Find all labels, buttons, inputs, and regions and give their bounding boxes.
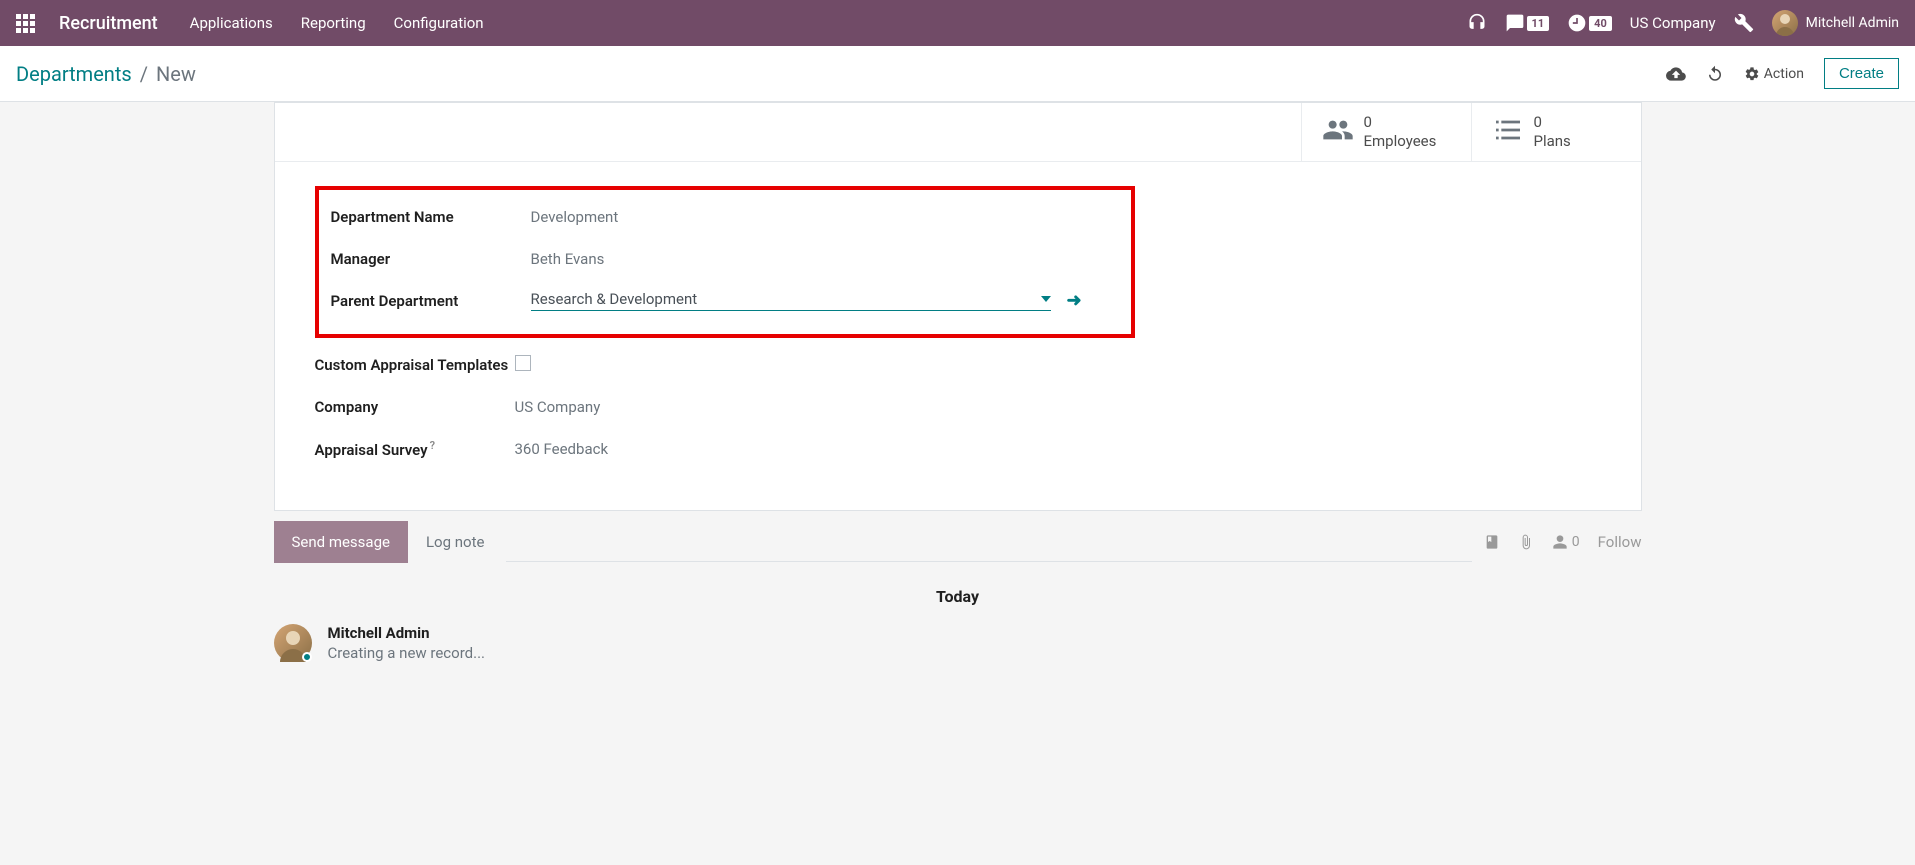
action-button[interactable]: Action xyxy=(1744,66,1804,82)
department-name-label: Department Name xyxy=(331,208,531,226)
user-name: Mitchell Admin xyxy=(1806,15,1899,31)
appraisal-survey-value[interactable]: 360 Feedback xyxy=(515,440,1601,458)
company-switcher[interactable]: US Company xyxy=(1630,14,1716,32)
follow-button[interactable]: Follow xyxy=(1598,533,1642,551)
appraisal-survey-label: Appraisal Survey? xyxy=(315,439,515,459)
activities-icon[interactable]: 40 xyxy=(1567,13,1612,33)
plans-icon xyxy=(1492,114,1524,150)
employees-label: Employees xyxy=(1364,132,1437,151)
employees-icon xyxy=(1322,114,1354,150)
nav-applications[interactable]: Applications xyxy=(190,14,273,32)
follower-count: 0 xyxy=(1572,534,1580,550)
messages-badge: 11 xyxy=(1527,16,1550,31)
nav-configuration[interactable]: Configuration xyxy=(394,14,484,32)
voip-icon[interactable] xyxy=(1467,13,1487,33)
company-label: Company xyxy=(315,398,515,416)
parent-department-value: Research & Development xyxy=(531,290,698,308)
action-label: Action xyxy=(1764,66,1804,82)
control-panel: Departments / New Action Create xyxy=(0,46,1915,102)
plans-count: 0 xyxy=(1534,113,1571,132)
stat-employees-button[interactable]: 0 Employees xyxy=(1301,103,1471,161)
department-name-value[interactable]: Development xyxy=(531,208,1119,226)
breadcrumb-root[interactable]: Departments xyxy=(16,62,132,86)
highlighted-fields-box: Department Name Development Manager Beth… xyxy=(315,186,1135,338)
breadcrumb-separator: / xyxy=(140,62,148,86)
external-link-arrow-icon[interactable]: ➜ xyxy=(1067,290,1082,311)
dropdown-caret-icon[interactable] xyxy=(1041,296,1051,302)
parent-department-label: Parent Department xyxy=(331,292,531,310)
manager-label: Manager xyxy=(331,250,531,268)
chatter: Send message Log note 0 Follow Today xyxy=(258,521,1658,662)
thread-date-divider: Today xyxy=(274,587,1642,606)
employees-count: 0 xyxy=(1364,113,1437,132)
nav-reporting[interactable]: Reporting xyxy=(301,14,366,32)
custom-appraisal-templates-checkbox[interactable] xyxy=(515,355,531,371)
create-button[interactable]: Create xyxy=(1824,58,1899,89)
attachment-icon[interactable] xyxy=(1518,534,1534,550)
top-navbar: Recruitment Applications Reporting Confi… xyxy=(0,0,1915,46)
message-text: Creating a new record... xyxy=(328,644,486,662)
apps-icon[interactable] xyxy=(16,14,35,33)
form-sheet: 0 Employees 0 Plans Department Name Deve… xyxy=(274,102,1642,511)
breadcrumb: Departments / New xyxy=(16,62,196,86)
book-icon[interactable] xyxy=(1484,534,1500,550)
online-status-dot-icon xyxy=(302,652,312,662)
company-value[interactable]: US Company xyxy=(515,398,1601,416)
send-message-tab[interactable]: Send message xyxy=(274,521,408,563)
parent-department-select[interactable]: Research & Development xyxy=(531,290,1051,311)
manager-value[interactable]: Beth Evans xyxy=(531,250,1119,268)
message-author: Mitchell Admin xyxy=(328,624,486,642)
user-menu[interactable]: Mitchell Admin xyxy=(1772,10,1899,36)
messages-icon[interactable]: 11 xyxy=(1505,13,1550,33)
message-item: Mitchell Admin Creating a new record... xyxy=(274,624,1642,662)
stat-plans-button[interactable]: 0 Plans xyxy=(1471,103,1641,161)
discard-icon[interactable] xyxy=(1706,65,1724,83)
breadcrumb-current: New xyxy=(156,62,196,86)
cloud-save-icon[interactable] xyxy=(1666,64,1686,84)
followers-icon[interactable]: 0 xyxy=(1552,534,1580,550)
app-brand[interactable]: Recruitment xyxy=(59,13,158,34)
debug-icon[interactable] xyxy=(1734,13,1754,33)
activities-badge: 40 xyxy=(1589,16,1612,31)
help-icon[interactable]: ? xyxy=(430,439,435,452)
custom-appraisal-templates-label: Custom Appraisal Templates xyxy=(315,356,515,374)
log-note-tab[interactable]: Log note xyxy=(408,521,502,563)
message-avatar-icon xyxy=(274,624,312,662)
chatter-input[interactable] xyxy=(506,522,1471,562)
plans-label: Plans xyxy=(1534,132,1571,151)
user-avatar-icon xyxy=(1772,10,1798,36)
